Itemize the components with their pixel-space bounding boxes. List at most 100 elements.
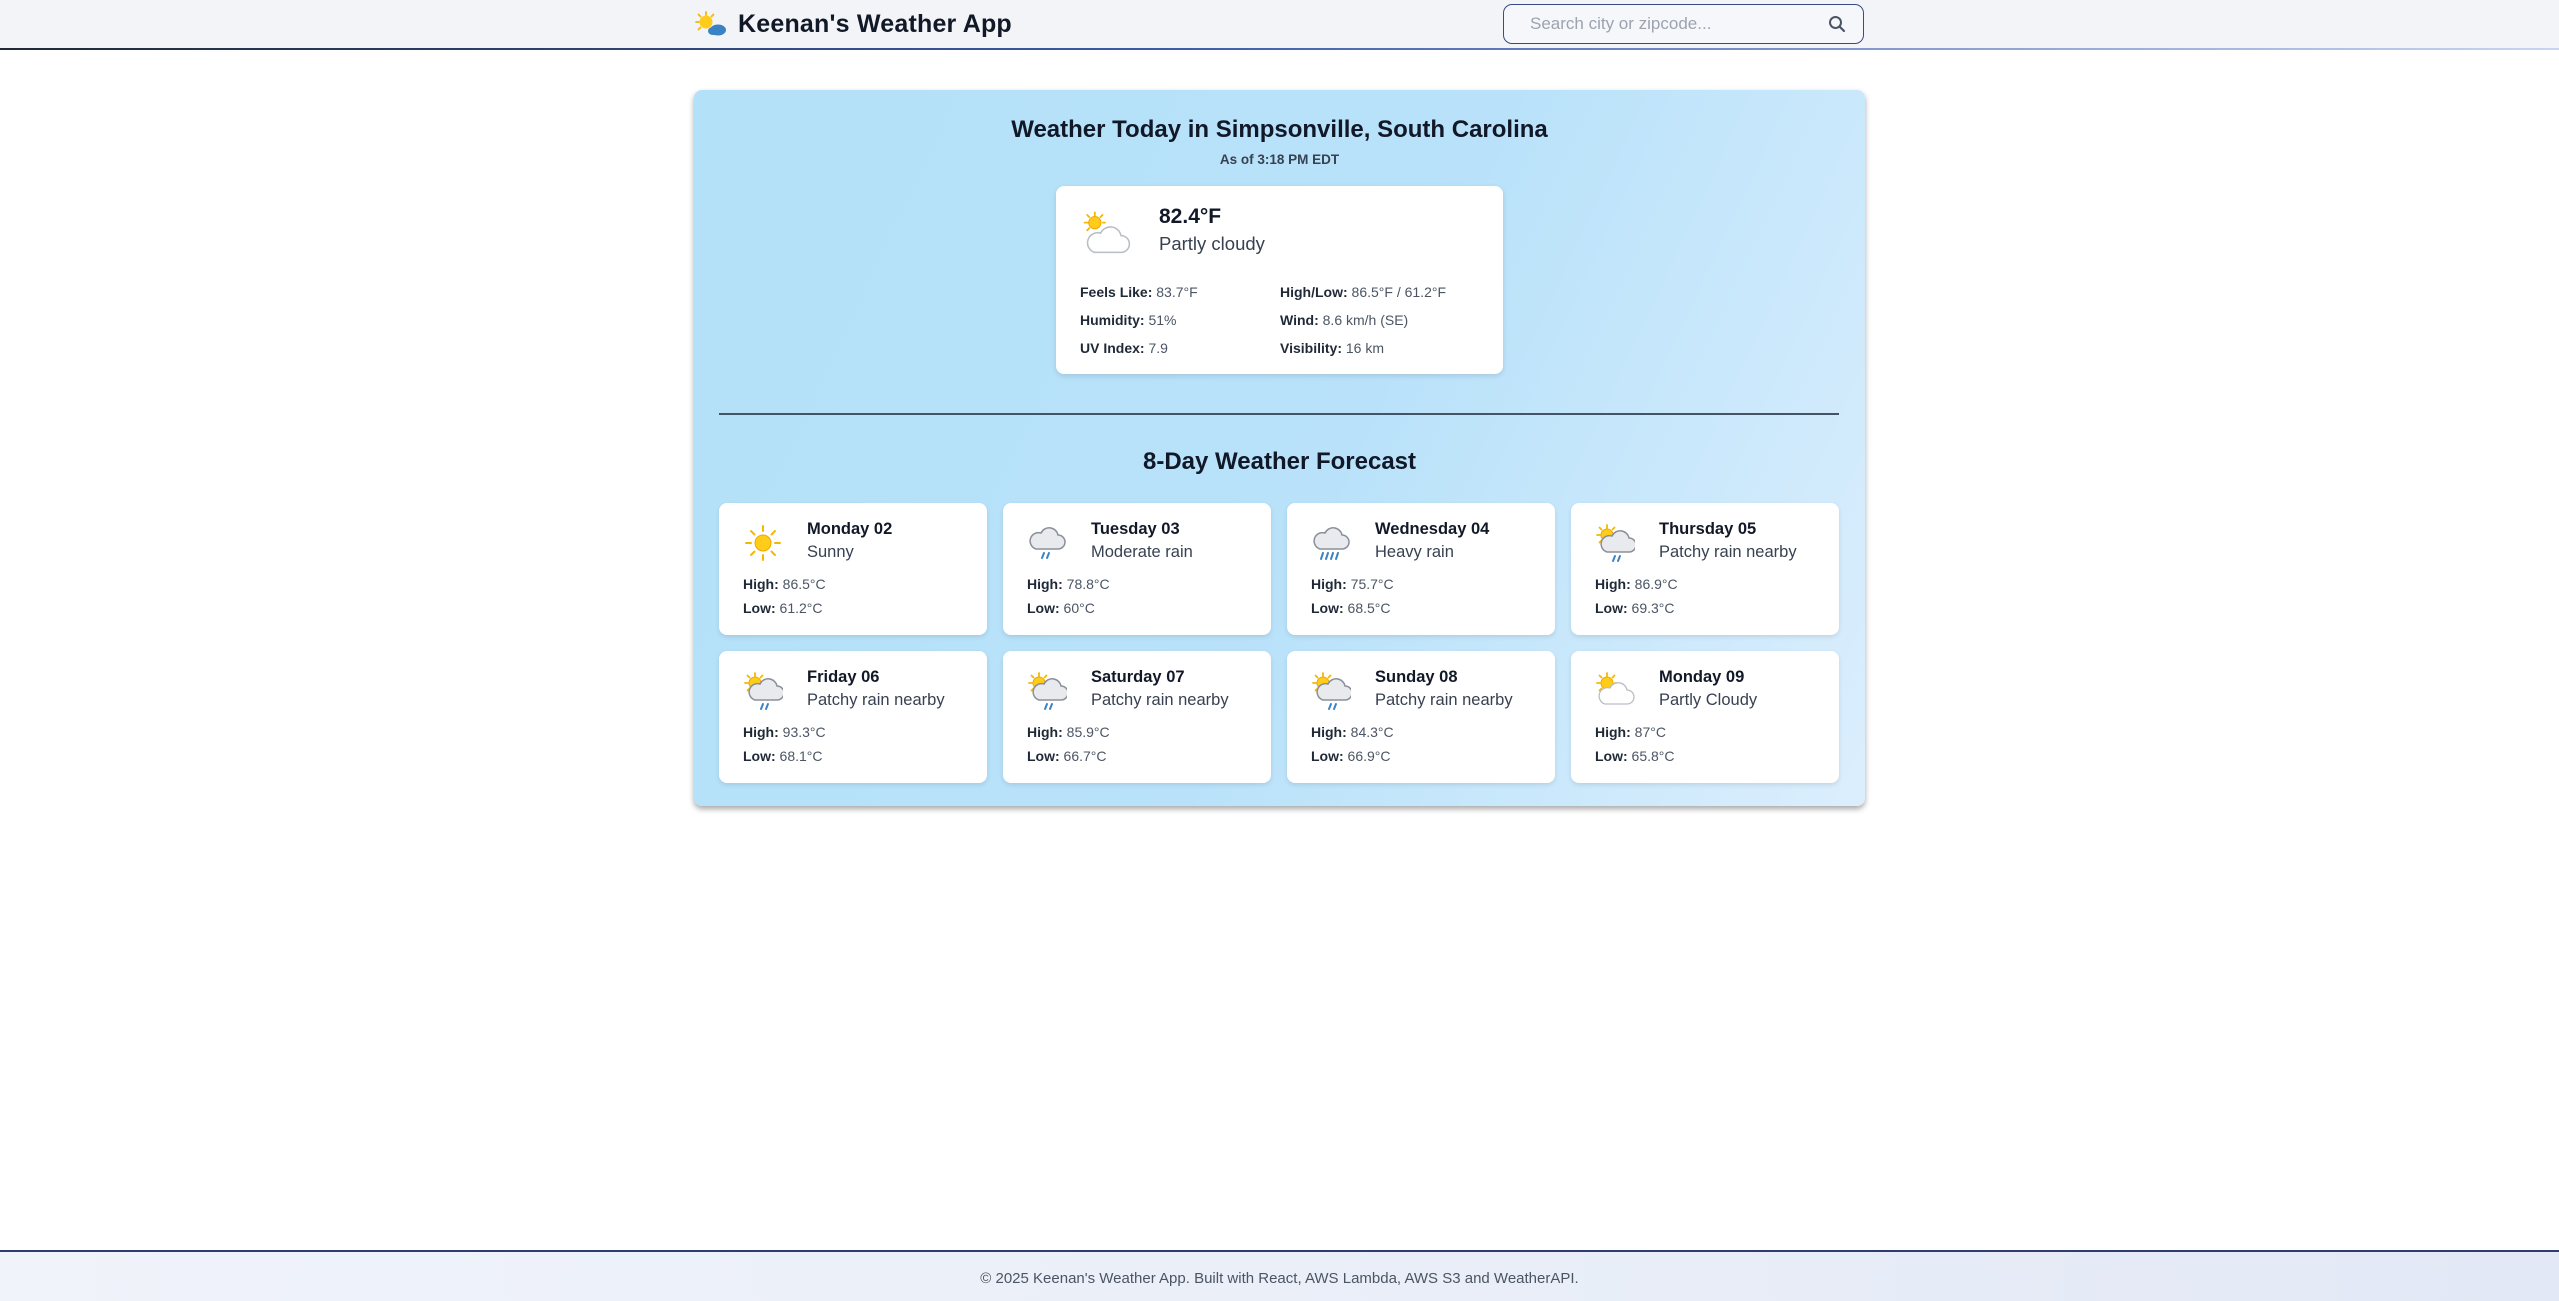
forecast-day: Thursday 05 (1659, 520, 1757, 538)
detail-visibility: Visibility: 16 km (1280, 340, 1384, 356)
forecast-low: Low: 65.8°C (1595, 748, 1675, 764)
high-label: High: (743, 576, 779, 592)
forecast-condition: Patchy rain nearby (1375, 691, 1513, 709)
moderate-rain-icon (1029, 527, 1066, 559)
detail-label: Humidity: (1080, 312, 1145, 328)
weather-panel: Weather Today in Simpsonville, South Car… (694, 90, 1865, 806)
low-label: Low: (1311, 748, 1344, 764)
high-label: High: (1027, 724, 1063, 740)
forecast-day: Wednesday 04 (1375, 520, 1490, 538)
forecast-condition: Patchy rain nearby (1091, 691, 1229, 709)
partly-cloudy-icon (1083, 211, 1131, 254)
forecast-card: Monday 02 Sunny High: 86.5°C Low: 61.2°C (719, 503, 987, 635)
forecast-card: Tuesday 03 Moderate rain High: 78.8°C Lo… (1003, 503, 1271, 635)
detail-value: 7.9 (1148, 340, 1168, 356)
low-label: Low: (743, 600, 776, 616)
low-label: Low: (1027, 600, 1060, 616)
detail-label: Visibility: (1280, 340, 1342, 356)
forecast-high: High: 84.3°C (1311, 724, 1394, 740)
high-value: 84.3°C (1350, 724, 1394, 740)
low-value: 65.8°C (1631, 748, 1675, 764)
forecast-low: Low: 66.7°C (1027, 748, 1107, 764)
search-icon[interactable] (1827, 14, 1847, 34)
detail-humidity: Humidity: 51% (1080, 312, 1176, 328)
high-value: 85.9°C (1066, 724, 1110, 740)
detail-high-low: High/Low: 86.5°F / 61.2°F (1280, 284, 1446, 300)
low-value: 68.1°C (779, 748, 823, 764)
brand[interactable]: Keenan's Weather App (694, 8, 1012, 40)
as-of-time: As of 3:18 PM EDT (1219, 152, 1340, 167)
sun-behind-cloud-icon (695, 11, 726, 36)
forecast-day: Monday 09 (1659, 668, 1745, 686)
low-value: 69.3°C (1631, 600, 1675, 616)
forecast-card: Wednesday 04 Heavy rain High: 75.7°C Low… (1287, 503, 1555, 635)
detail-uv-index: UV Index: 7.9 (1080, 340, 1168, 356)
forecast-low: Low: 69.3°C (1595, 600, 1675, 616)
forecast-day: Monday 02 (807, 520, 893, 538)
detail-value: 83.7°F (1156, 284, 1198, 300)
forecast-low: Low: 66.9°C (1311, 748, 1391, 764)
current-temperature: 82.4°F (1159, 205, 1222, 228)
detail-label: Feels Like: (1080, 284, 1153, 300)
app-footer: © 2025 Keenan's Weather App. Built with … (0, 1250, 2559, 1301)
forecast-card: Saturday 07 Patchy rain nearby High: 85.… (1003, 651, 1271, 783)
footer-text: © 2025 Keenan's Weather App. Built with … (980, 1270, 1579, 1287)
forecast-low: Low: 60°C (1027, 600, 1095, 616)
low-value: 61.2°C (779, 600, 823, 616)
forecast-card: Friday 06 Patchy rain nearby High: 93.3°… (719, 651, 987, 783)
sunny-icon (745, 525, 781, 561)
detail-label: Wind: (1280, 312, 1319, 328)
high-value: 87°C (1634, 724, 1666, 740)
current-condition: Partly cloudy (1159, 233, 1265, 254)
high-label: High: (1595, 724, 1631, 740)
forecast-high: High: 87°C (1595, 724, 1666, 740)
low-label: Low: (743, 748, 776, 764)
detail-label: UV Index: (1080, 340, 1145, 356)
high-label: High: (1595, 576, 1631, 592)
low-value: 66.7°C (1063, 748, 1107, 764)
high-label: High: (1311, 724, 1347, 740)
patchy-rain-icon (1312, 672, 1351, 710)
partly-cloudy-icon (1596, 672, 1635, 705)
low-value: 68.5°C (1347, 600, 1391, 616)
forecast-high: High: 75.7°C (1311, 576, 1394, 592)
forecast-condition: Partly Cloudy (1659, 691, 1758, 709)
patchy-rain-icon (1596, 524, 1635, 562)
forecast-low: Low: 68.1°C (743, 748, 823, 764)
detail-label: High/Low: (1280, 284, 1348, 300)
low-label: Low: (1595, 600, 1628, 616)
forecast-condition: Patchy rain nearby (807, 691, 945, 709)
search-input[interactable] (1530, 14, 1827, 34)
high-value: 75.7°C (1350, 576, 1394, 592)
high-value: 86.5°C (782, 576, 826, 592)
forecast-condition: Sunny (807, 543, 854, 561)
forecast-day: Friday 06 (807, 668, 880, 686)
detail-value: 8.6 km/h (SE) (1322, 312, 1409, 328)
search-bar (1503, 4, 1864, 44)
low-label: Low: (1595, 748, 1628, 764)
detail-feels-like: Feels Like: 83.7°F (1080, 284, 1198, 300)
heavy-rain-icon (1313, 527, 1350, 560)
section-divider (719, 413, 1839, 415)
today-title: Weather Today in Simpsonville, South Car… (1011, 116, 1548, 143)
forecast-high: High: 93.3°C (743, 724, 826, 740)
forecast-condition: Heavy rain (1375, 543, 1454, 561)
high-label: High: (1027, 576, 1063, 592)
patchy-rain-icon (744, 672, 783, 710)
low-label: Low: (1311, 600, 1344, 616)
forecast-title: 8-Day Weather Forecast (1143, 448, 1416, 475)
forecast-high: High: 86.9°C (1595, 576, 1678, 592)
detail-value: 16 km (1345, 340, 1384, 356)
high-value: 78.8°C (1066, 576, 1110, 592)
low-value: 66.9°C (1347, 748, 1391, 764)
high-value: 86.9°C (1634, 576, 1678, 592)
detail-value: 51% (1148, 312, 1177, 328)
low-label: Low: (1027, 748, 1060, 764)
app-title: Keenan's Weather App (738, 9, 1012, 38)
current-weather-card: 82.4°F Partly cloudy Feels Like: 83.7°F … (1056, 186, 1503, 374)
high-value: 93.3°C (782, 724, 826, 740)
forecast-high: High: 86.5°C (743, 576, 826, 592)
detail-wind: Wind: 8.6 km/h (SE) (1280, 312, 1408, 328)
forecast-day: Sunday 08 (1375, 668, 1458, 686)
forecast-card: Monday 09 Partly Cloudy High: 87°C Low: … (1571, 651, 1839, 783)
